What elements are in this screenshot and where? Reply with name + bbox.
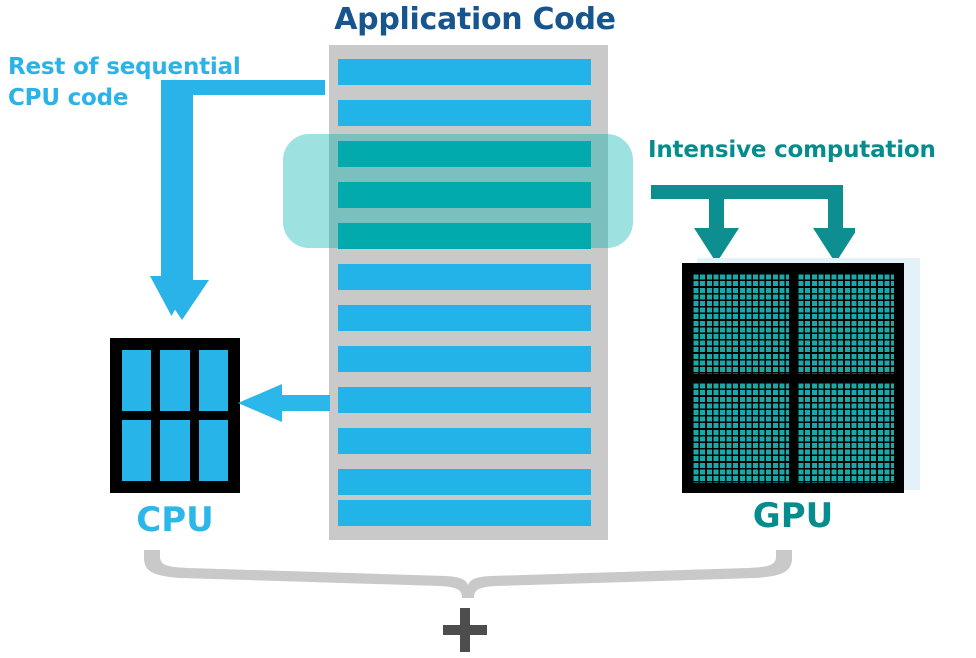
gpu-quadrant bbox=[692, 273, 789, 374]
left-arrow-icon bbox=[238, 384, 330, 422]
gpu-quadrant bbox=[797, 273, 894, 374]
cpu-core bbox=[198, 420, 228, 481]
plus-icon bbox=[443, 608, 487, 652]
application-code-block bbox=[329, 45, 608, 540]
code-line bbox=[338, 428, 591, 454]
cpu-core bbox=[122, 420, 152, 481]
code-line bbox=[338, 100, 591, 126]
code-line bbox=[338, 59, 591, 85]
code-line bbox=[338, 305, 591, 331]
cpu-label: CPU bbox=[136, 500, 214, 540]
gpu-quadrant bbox=[692, 382, 789, 483]
fork-down-arrow-icon bbox=[651, 185, 855, 263]
gpu-label: GPU bbox=[752, 496, 834, 536]
cpu-core bbox=[160, 350, 190, 411]
diagram-canvas: Application Code Rest of sequential CPU … bbox=[0, 0, 976, 658]
code-line bbox=[338, 500, 591, 526]
cpu-core bbox=[122, 350, 152, 411]
code-line bbox=[338, 346, 591, 372]
right-annotation-label: Intensive computation bbox=[648, 137, 936, 163]
code-line bbox=[338, 264, 591, 290]
code-line bbox=[338, 469, 591, 495]
gpu-quadrant bbox=[797, 382, 894, 483]
curly-brace-icon bbox=[144, 550, 792, 598]
cpu-core bbox=[160, 420, 190, 481]
code-line bbox=[338, 387, 591, 413]
gpu-section-highlight bbox=[283, 134, 633, 248]
cpu-core bbox=[198, 350, 228, 411]
gpu-chip bbox=[682, 263, 904, 493]
cpu-chip bbox=[110, 338, 240, 493]
page-title: Application Code bbox=[334, 2, 616, 37]
